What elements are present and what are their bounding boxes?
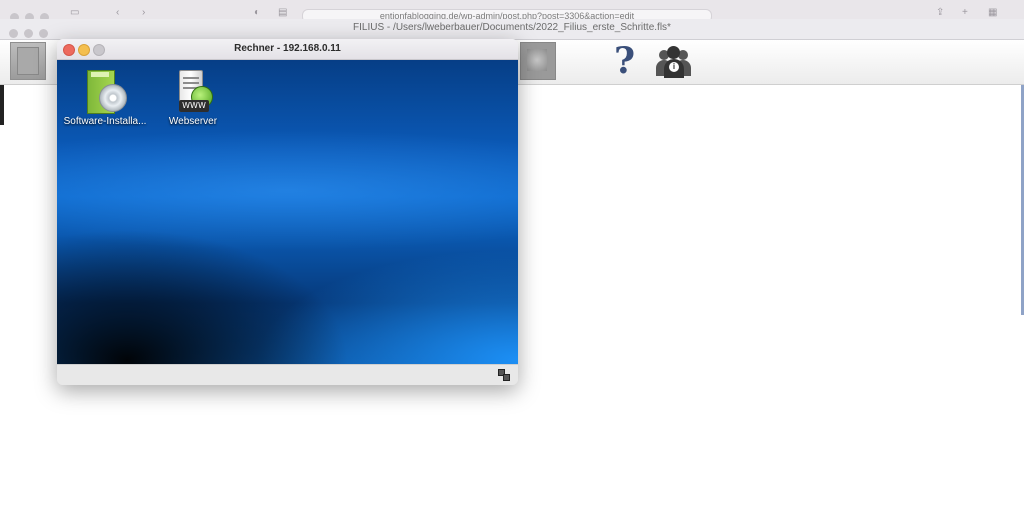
filius-titlebar: FILIUS - /Users/lweberbauer/Documents/20…: [0, 19, 1024, 40]
filius-window-title: FILIUS - /Users/lweberbauer/Documents/20…: [353, 22, 671, 33]
shield-icon[interactable]: ◐: [254, 8, 266, 18]
left-edge: [0, 85, 4, 125]
new-tab-icon[interactable]: +: [962, 8, 974, 18]
help-button[interactable]: ?: [607, 40, 641, 82]
desktop-icon-label: Webserver: [168, 116, 218, 127]
question-mark-icon: ?: [614, 40, 636, 82]
forward-icon[interactable]: ›: [142, 8, 154, 18]
www-badge: WWW: [179, 100, 209, 112]
network-tool-icon[interactable]: [520, 42, 556, 80]
webserver-icon: WWW: [171, 68, 215, 114]
software-installer-icon: [83, 68, 127, 114]
share-icon[interactable]: ⇪: [936, 8, 948, 18]
desktop-icon-webserver[interactable]: WWW Webserver: [145, 68, 241, 127]
rechner-window: Rechner - 192.168.0.11 Software-Installa…: [57, 39, 518, 385]
rechner-desktop: Software-Installa... WWW Webserver: [57, 60, 518, 364]
rechner-statusbar: [57, 364, 518, 385]
tab-overview-icon[interactable]: ▦: [988, 8, 1000, 18]
back-icon[interactable]: ‹: [116, 8, 128, 18]
network-status-icon[interactable]: [498, 369, 510, 381]
info-button[interactable]: i: [656, 42, 691, 78]
desktop-icon-label: Software-Installa...: [63, 116, 147, 127]
sidebar-icon[interactable]: ▭: [70, 8, 82, 18]
rechner-titlebar[interactable]: Rechner - 192.168.0.11: [57, 39, 518, 60]
browser-window: ▭ ‹ › ◐ ▤ entionfablogging.de/wp-admin/p…: [0, 0, 1024, 23]
cable-tool-icon[interactable]: [10, 42, 46, 80]
desktop-icon-software-installer[interactable]: Software-Installa...: [57, 68, 153, 127]
rechner-window-title: Rechner - 192.168.0.11: [234, 43, 341, 54]
reader-icon[interactable]: ▤: [278, 8, 290, 18]
